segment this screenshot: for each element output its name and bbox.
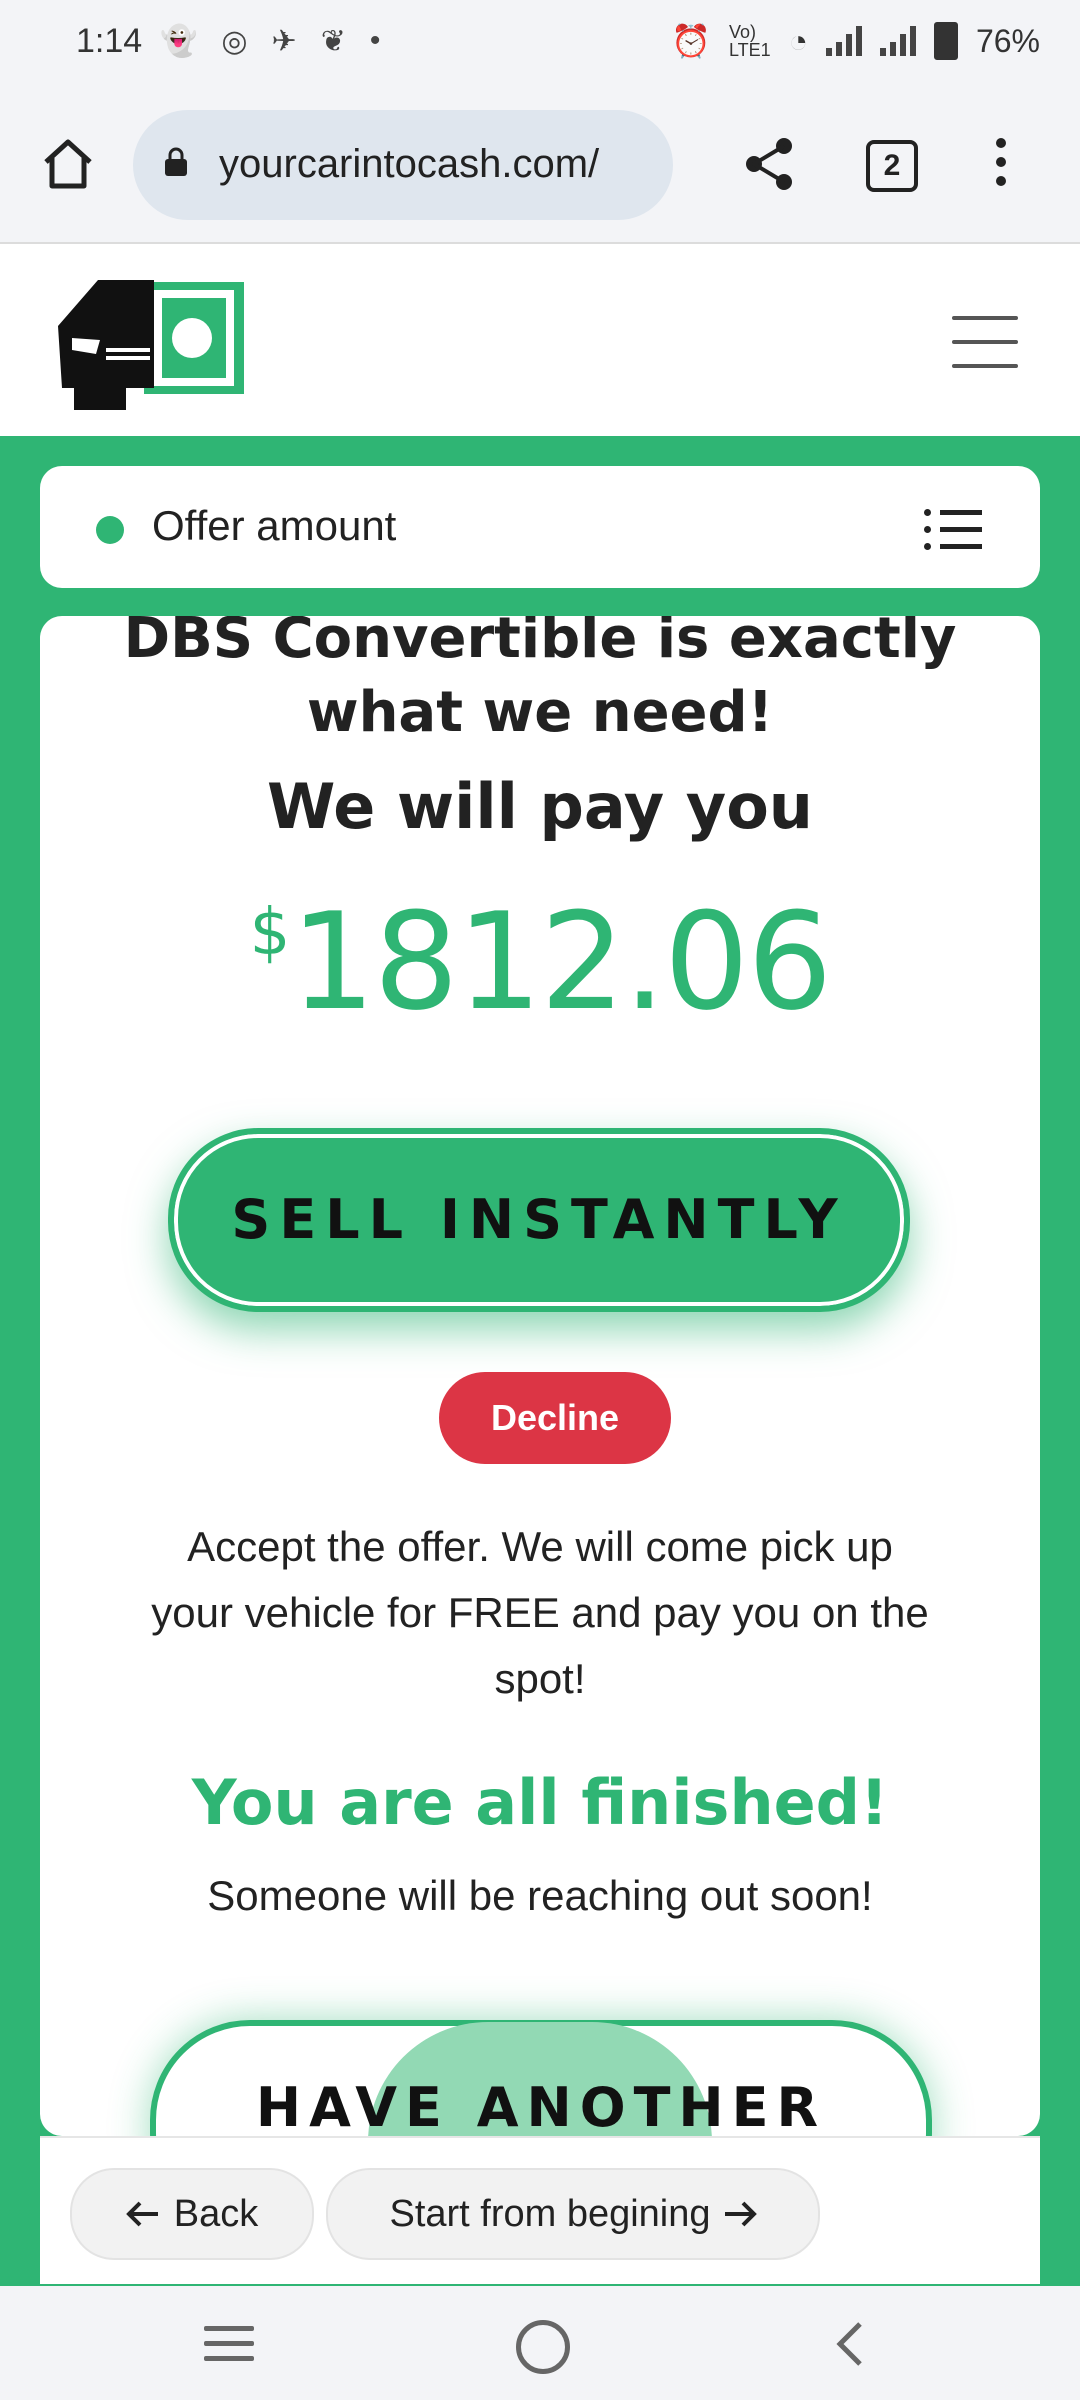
wifi-icon: ◔ bbox=[788, 22, 808, 59]
have-another-label: HAVE ANOTHER bbox=[255, 2076, 827, 2136]
dot-icon: • bbox=[369, 24, 381, 57]
alarm-icon: ⏰ bbox=[671, 23, 711, 59]
arrow-left-icon bbox=[125, 2201, 158, 2227]
signal-icon bbox=[825, 26, 862, 56]
start-over-label: Start from begining bbox=[389, 2192, 711, 2235]
address-bar[interactable]: yourcarintocash.com/ bbox=[133, 110, 673, 220]
offer-progress-bar[interactable]: Offer amount bbox=[40, 466, 1040, 588]
back-button[interactable]: Back bbox=[70, 2168, 314, 2260]
status-time: 1:14 bbox=[76, 22, 143, 60]
site-header bbox=[0, 244, 1080, 436]
back-nav-icon[interactable] bbox=[826, 2318, 876, 2370]
offer-card: DBS Convertible is exactly what we need!… bbox=[40, 616, 1040, 2136]
snapchat-icon: 👻 bbox=[160, 25, 198, 58]
arrow-right-icon bbox=[724, 2201, 757, 2227]
notification-icons: 👻 ◎ ✈ ❦ • bbox=[160, 24, 380, 59]
system-navigation-bar bbox=[0, 2286, 1080, 2400]
offer-price: $1812.06 bbox=[40, 884, 1040, 1040]
more-options-icon[interactable] bbox=[996, 138, 1008, 188]
messaging-icon: ✈ bbox=[271, 25, 297, 58]
accept-description: Accept the offer. We will come pick up y… bbox=[151, 1523, 929, 1702]
finished-heading: You are all finished! bbox=[191, 1766, 889, 1839]
instagram-icon: ◎ bbox=[221, 25, 248, 58]
leaf-icon: ❦ bbox=[320, 25, 346, 58]
step-indicator-dot bbox=[96, 516, 124, 544]
home-icon[interactable] bbox=[40, 136, 96, 192]
decline-button[interactable]: Decline bbox=[439, 1372, 671, 1464]
have-another-button[interactable]: HAVE ANOTHER bbox=[150, 2020, 932, 2136]
signal-icon-2 bbox=[879, 26, 916, 56]
offer-headline: DBS Convertible is exactly what we need! bbox=[123, 616, 957, 745]
form-navigation: Back Start from begining bbox=[40, 2136, 1040, 2284]
system-icons: ⏰ Vo) LTE1 ◔ 76% bbox=[671, 22, 1040, 60]
site-logo[interactable] bbox=[54, 270, 246, 410]
pay-line: We will pay you bbox=[267, 770, 813, 843]
share-icon[interactable] bbox=[740, 134, 800, 194]
recent-apps-icon[interactable] bbox=[204, 2326, 254, 2366]
list-icon[interactable] bbox=[924, 508, 982, 550]
volte-icon: Vo) LTE1 bbox=[728, 22, 771, 60]
offer-amount: 1812.06 bbox=[290, 884, 832, 1040]
browser-toolbar: yourcarintocash.com/ 2 bbox=[0, 90, 1080, 244]
back-label: Back bbox=[173, 2192, 259, 2235]
home-button-icon[interactable] bbox=[516, 2320, 570, 2374]
currency-symbol: $ bbox=[249, 896, 291, 970]
tab-switcher-button[interactable]: 2 bbox=[866, 140, 918, 192]
battery-percent: 76% bbox=[975, 22, 1040, 59]
start-over-button[interactable]: Start from begining bbox=[326, 2168, 820, 2260]
menu-icon[interactable] bbox=[952, 316, 1018, 368]
url-text: yourcarintocash.com/ bbox=[219, 142, 600, 186]
sell-instantly-button[interactable]: SELL INSTANTLY bbox=[168, 1128, 910, 1312]
status-bar: 1:14 👻 ◎ ✈ ❦ • ⏰ Vo) LTE1 ◔ 76% bbox=[0, 0, 1080, 90]
current-step-label: Offer amount bbox=[152, 502, 397, 549]
battery-icon bbox=[933, 22, 958, 60]
follow-up-text: Someone will be reaching out soon! bbox=[207, 1872, 873, 1919]
lock-icon bbox=[165, 147, 187, 176]
